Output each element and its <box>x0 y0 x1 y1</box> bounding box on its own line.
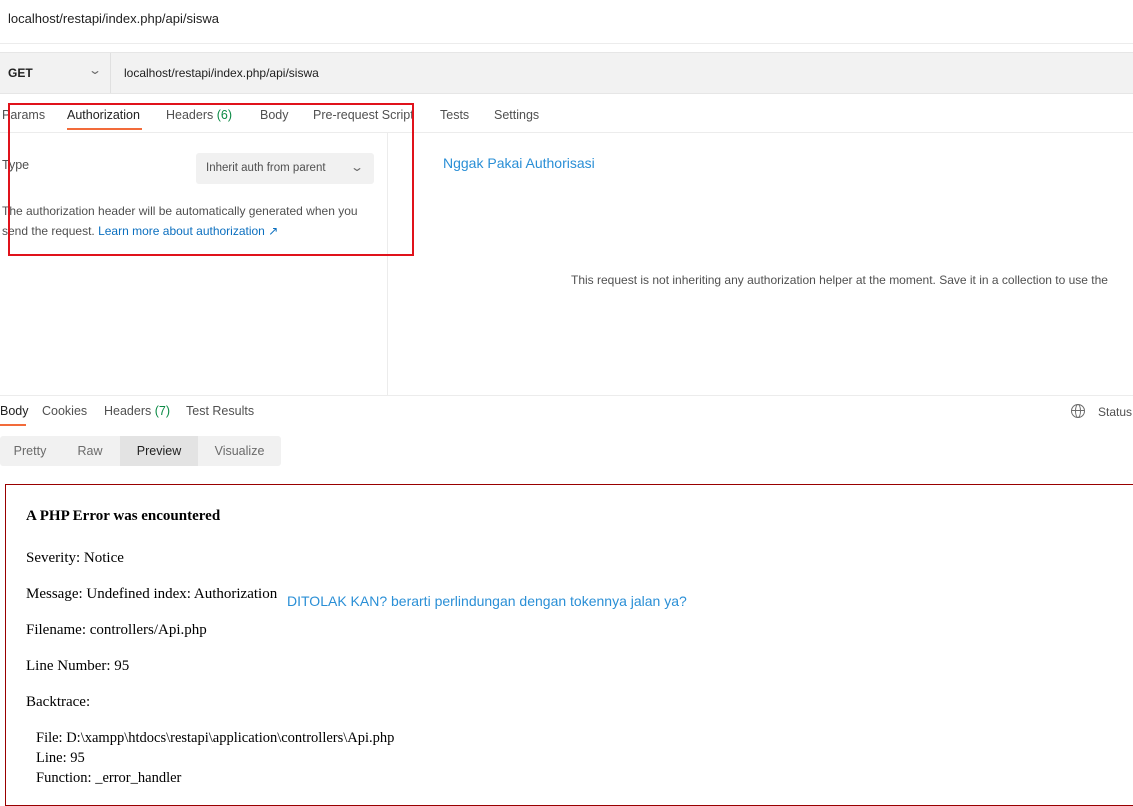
response-preview: A PHP Error was encountered Severity: No… <box>5 484 1133 806</box>
response-tab-headers[interactable]: Headers (7) <box>104 404 170 418</box>
divider <box>110 53 111 93</box>
url-input[interactable]: localhost/restapi/index.php/api/siswa <box>124 66 319 80</box>
error-message: Message: Undefined index: Authorization <box>26 586 278 602</box>
tab-settings[interactable]: Settings <box>494 108 539 122</box>
status-label: Status: <box>1098 405 1133 419</box>
view-mode-selector: Pretty Raw Preview Visualize <box>0 436 281 466</box>
error-heading: A PHP Error was encountered <box>26 508 221 524</box>
error-line-number: Line Number: 95 <box>26 658 130 674</box>
view-visualize-button[interactable]: Visualize <box>198 436 281 466</box>
annotation-note: DITOLAK KAN? berarti perlindungan dengan… <box>287 593 687 609</box>
method-select[interactable]: GET <box>8 66 33 80</box>
annotation-highlight-box <box>8 103 414 256</box>
response-tab-body[interactable]: Body <box>0 404 29 418</box>
annotation-note: Nggak Pakai Authorisasi <box>443 155 595 171</box>
tab-tests[interactable]: Tests <box>440 108 469 122</box>
response-headers-count: (7) <box>154 404 171 418</box>
url-bar: GET ⌄ localhost/restapi/index.php/api/si… <box>0 52 1133 94</box>
request-title[interactable]: localhost/restapi/index.php/api/siswa <box>8 11 219 26</box>
chevron-down-icon[interactable]: ⌄ <box>88 63 102 77</box>
view-preview-button[interactable]: Preview <box>120 436 198 466</box>
backtrace-function: Function: _error_handler <box>36 770 182 786</box>
error-filename: Filename: controllers/Api.php <box>26 622 207 638</box>
response-tab-headers-label: Headers <box>104 404 152 418</box>
view-pretty-button[interactable]: Pretty <box>0 436 60 466</box>
backtrace-line: Line: 95 <box>36 750 85 766</box>
error-backtrace-label: Backtrace: <box>26 694 91 710</box>
active-tab-indicator <box>0 424 26 426</box>
response-tab-test-results[interactable]: Test Results <box>186 404 254 418</box>
view-raw-button[interactable]: Raw <box>60 436 120 466</box>
divider <box>0 395 1133 396</box>
response-tab-cookies[interactable]: Cookies <box>42 404 87 418</box>
error-severity: Severity: Notice <box>26 550 124 566</box>
backtrace-file: File: D:\xampp\htdocs\restapi\applicatio… <box>36 730 395 746</box>
globe-icon[interactable] <box>1071 404 1085 418</box>
divider <box>0 43 1133 44</box>
auth-info-text: This request is not inheriting any autho… <box>571 273 1108 287</box>
